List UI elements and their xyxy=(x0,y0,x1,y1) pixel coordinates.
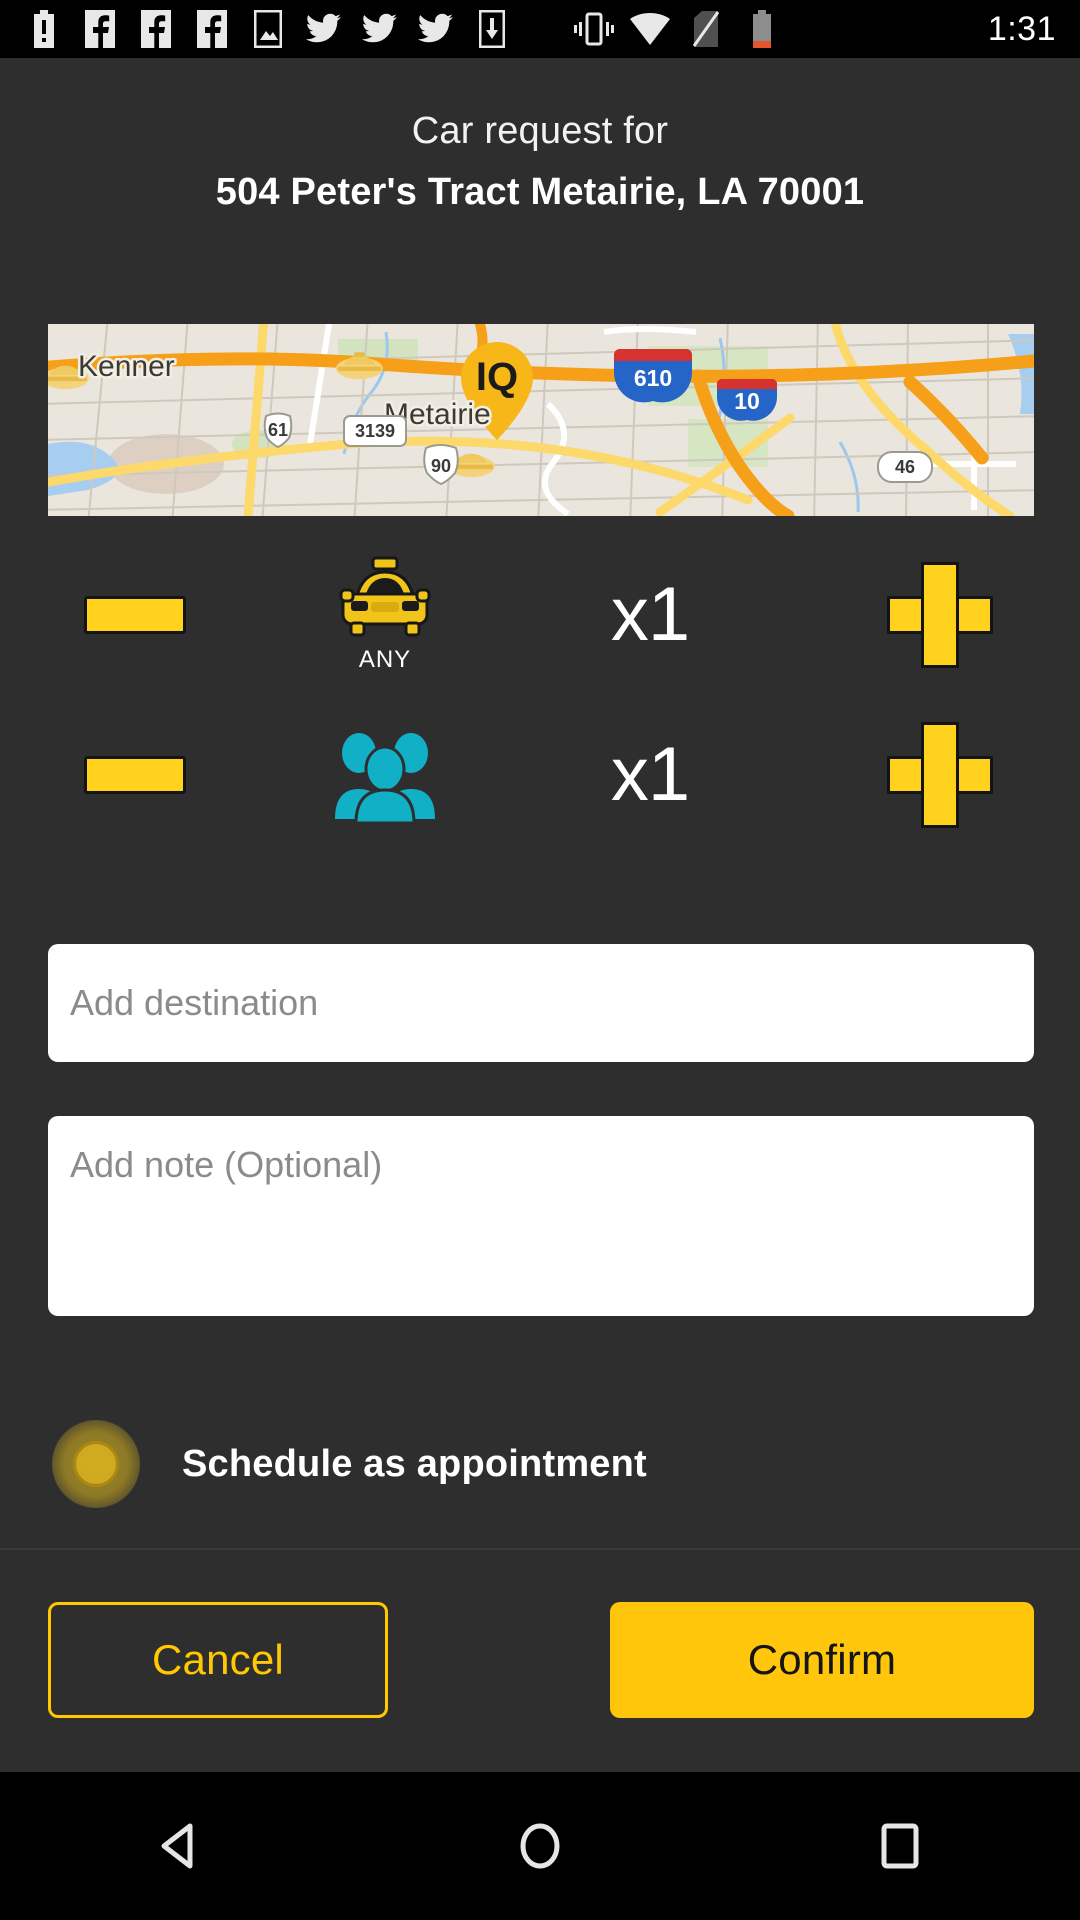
header-subtitle: Car request for xyxy=(411,110,669,152)
nav-recents-button[interactable] xyxy=(800,1772,1000,1920)
map-preview[interactable]: IQ Kenner Metairie 610 10 61 3139 90 46 xyxy=(48,324,1034,516)
svg-text:IQ: IQ xyxy=(476,355,518,399)
facebook-icon xyxy=(128,7,184,51)
passenger-count: x1 xyxy=(500,737,800,813)
facebook-icon xyxy=(184,7,240,51)
nav-back-button[interactable] xyxy=(80,1772,280,1920)
svg-text:90: 90 xyxy=(431,456,451,476)
twitter-icon xyxy=(296,7,352,51)
radio-unchecked-icon xyxy=(73,1441,119,1487)
note-placeholder: Add note (Optional) xyxy=(70,1144,383,1185)
taxi-count: x1 xyxy=(500,577,800,653)
recents-icon xyxy=(881,1823,919,1869)
battery-alert-icon xyxy=(16,7,72,51)
passenger-counter-row: x1 xyxy=(0,700,1080,850)
taxi-counter-row: ANY x1 xyxy=(0,540,1080,690)
passenger-indicator[interactable] xyxy=(270,727,500,823)
confirm-button-label: Confirm xyxy=(747,1636,897,1683)
destination-input[interactable]: Add destination xyxy=(48,944,1034,1062)
svg-text:10: 10 xyxy=(734,388,760,414)
map-city-label: Kenner xyxy=(78,350,175,383)
vibrate-icon xyxy=(566,7,622,51)
taxi-icon xyxy=(339,556,431,637)
image-icon xyxy=(240,7,296,51)
map-canvas: IQ Kenner Metairie 610 10 61 3139 90 46 xyxy=(48,324,1034,516)
destination-placeholder: Add destination xyxy=(70,982,319,1023)
nav-home-button[interactable] xyxy=(440,1772,640,1920)
cancel-button-label: Cancel xyxy=(152,1636,284,1683)
minus-icon xyxy=(84,596,186,634)
interstate-shield-10: 10 xyxy=(717,379,777,421)
svg-text:46: 46 xyxy=(895,457,915,477)
plus-icon xyxy=(887,562,993,668)
road-shield-3139: 3139 xyxy=(343,415,407,447)
schedule-radio-button[interactable] xyxy=(52,1420,140,1508)
back-icon xyxy=(161,1823,193,1869)
schedule-label: Schedule as appointment xyxy=(182,1442,647,1485)
taxi-type-label: ANY xyxy=(358,646,412,673)
note-input[interactable]: Add note (Optional) xyxy=(48,1116,1034,1316)
passenger-decrement-button[interactable] xyxy=(0,756,270,794)
interstate-shield-610: 610 xyxy=(614,349,692,403)
android-navigation-bar xyxy=(0,1772,1080,1920)
twitter-icon xyxy=(352,7,408,51)
taxi-type-selector[interactable]: ANY xyxy=(270,556,500,674)
svg-text:3139: 3139 xyxy=(355,421,395,441)
app-screen: 1:31 Car request for 504 Peter's Tract M… xyxy=(0,0,1080,1920)
download-icon xyxy=(464,7,520,51)
status-bar: 1:31 xyxy=(0,0,1080,58)
passenger-increment-button[interactable] xyxy=(800,722,1080,828)
road-shield-46: 46 xyxy=(877,451,933,483)
wifi-icon xyxy=(622,7,678,51)
taxi-increment-button[interactable] xyxy=(800,562,1080,668)
passenger-count-value: x1 xyxy=(610,732,690,817)
svg-text:610: 610 xyxy=(634,365,672,391)
minus-icon xyxy=(84,756,186,794)
confirm-button[interactable]: Confirm xyxy=(610,1602,1034,1718)
schedule-appointment-row[interactable]: Schedule as appointment xyxy=(48,1420,647,1508)
svg-text:61: 61 xyxy=(268,420,288,440)
taxi-count-value: x1 xyxy=(610,572,690,657)
plus-icon xyxy=(887,722,993,828)
status-bar-clock: 1:31 xyxy=(987,9,1056,48)
taxi-decrement-button[interactable] xyxy=(0,596,270,634)
home-icon xyxy=(520,1823,560,1869)
status-bar-icons xyxy=(0,7,988,51)
header-address: 504 Peter's Tract Metairie, LA 70001 xyxy=(215,171,865,213)
footer-actions: Cancel Confirm xyxy=(0,1550,1080,1772)
passengers-icon xyxy=(335,733,435,823)
cancel-button[interactable]: Cancel xyxy=(48,1602,388,1718)
twitter-icon xyxy=(408,7,464,51)
request-header: Car request for 504 Peter's Tract Metair… xyxy=(0,58,1080,214)
facebook-icon xyxy=(72,7,128,51)
battery-low-icon xyxy=(734,7,790,51)
no-sim-icon xyxy=(678,7,734,51)
